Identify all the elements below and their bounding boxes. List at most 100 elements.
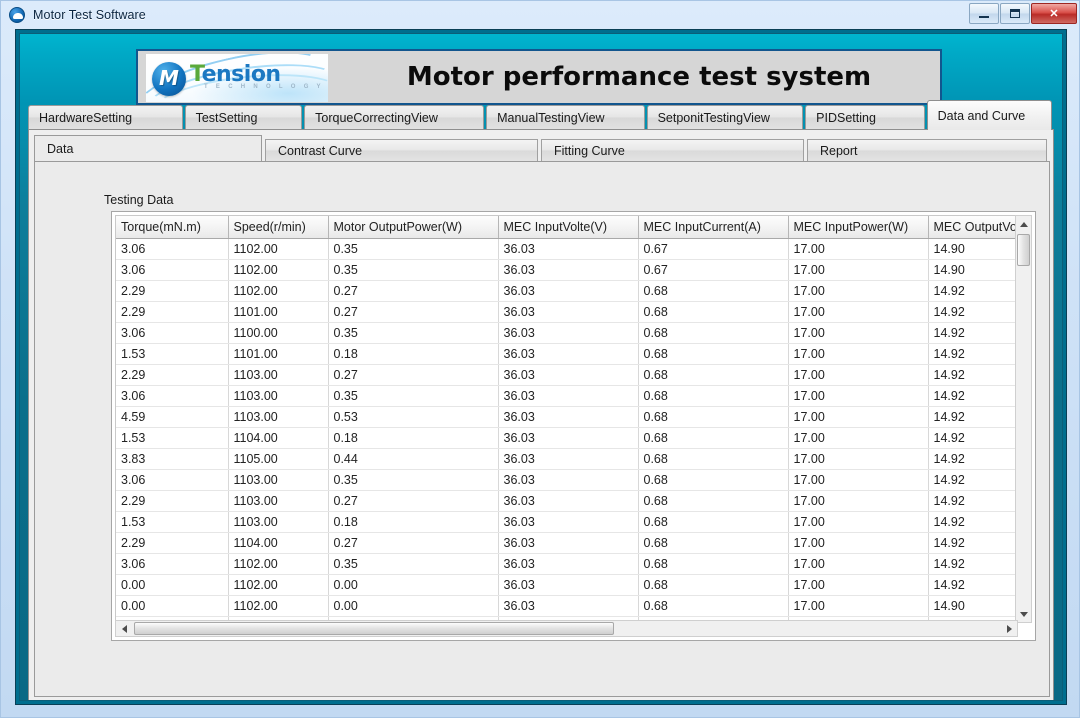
cell-mec-input-power[interactable]: 17.00 bbox=[788, 574, 929, 596]
cell-torque[interactable]: 2.29 bbox=[116, 364, 229, 386]
cell-mec-input-power[interactable]: 17.00 bbox=[788, 343, 929, 365]
minimize-button[interactable] bbox=[969, 3, 999, 24]
tab-setponit-testing-view[interactable]: SetponitTestingView bbox=[646, 105, 804, 130]
table-row[interactable]: 2.291101.000.2736.030.6817.0014.922 bbox=[116, 301, 1032, 323]
cell-speed[interactable]: 1104.00 bbox=[228, 532, 329, 554]
cell-mec-input-volte[interactable]: 36.03 bbox=[498, 490, 639, 512]
cell-mec-input-current[interactable]: 0.68 bbox=[638, 595, 789, 617]
cell-speed[interactable]: 1103.00 bbox=[228, 406, 329, 428]
scroll-up-button[interactable] bbox=[1016, 216, 1031, 232]
cell-motor-output-power[interactable]: 0.53 bbox=[328, 406, 499, 428]
cell-speed[interactable]: 1102.00 bbox=[228, 595, 329, 617]
table-row[interactable]: 3.061100.000.3536.030.6817.0014.922 bbox=[116, 322, 1032, 344]
cell-mec-input-current[interactable]: 0.68 bbox=[638, 448, 789, 470]
column-header-mec-input-power[interactable]: MEC InputPower(W) bbox=[788, 216, 929, 239]
cell-motor-output-power[interactable]: 0.27 bbox=[328, 301, 499, 323]
cell-motor-output-power[interactable]: 0.00 bbox=[328, 595, 499, 617]
cell-speed[interactable]: 1102.00 bbox=[228, 280, 329, 302]
table-row[interactable]: 3.831105.000.4436.030.6817.0014.922 bbox=[116, 448, 1032, 470]
table-row[interactable]: 2.291103.000.2736.030.6817.0014.922 bbox=[116, 364, 1032, 386]
cell-mec-input-power[interactable]: 17.00 bbox=[788, 364, 929, 386]
cell-mec-input-power[interactable]: 17.00 bbox=[788, 406, 929, 428]
cell-speed[interactable]: 1102.00 bbox=[228, 574, 329, 596]
cell-mec-input-power[interactable]: 17.00 bbox=[788, 469, 929, 491]
cell-speed[interactable]: 1105.00 bbox=[228, 448, 329, 470]
cell-mec-input-power[interactable]: 17.00 bbox=[788, 280, 929, 302]
cell-motor-output-power[interactable]: 0.00 bbox=[328, 574, 499, 596]
cell-motor-output-power[interactable]: 0.35 bbox=[328, 259, 499, 281]
cell-mec-input-current[interactable]: 0.68 bbox=[638, 511, 789, 533]
cell-speed[interactable]: 1103.00 bbox=[228, 490, 329, 512]
cell-torque[interactable]: 3.06 bbox=[116, 469, 229, 491]
scroll-right-button[interactable] bbox=[1001, 621, 1017, 636]
cell-mec-input-current[interactable]: 0.68 bbox=[638, 490, 789, 512]
cell-mec-input-power[interactable]: 17.00 bbox=[788, 385, 929, 407]
cell-mec-input-current[interactable]: 0.68 bbox=[638, 385, 789, 407]
table-row[interactable]: 3.061102.000.3536.030.6817.0014.922 bbox=[116, 553, 1032, 575]
cell-mec-input-current[interactable]: 0.67 bbox=[638, 238, 789, 260]
cell-motor-output-power[interactable]: 0.27 bbox=[328, 490, 499, 512]
cell-mec-input-volte[interactable]: 36.03 bbox=[498, 595, 639, 617]
cell-motor-output-power[interactable]: 0.44 bbox=[328, 448, 499, 470]
table-row[interactable]: 4.591103.000.5336.030.6817.0014.922 bbox=[116, 406, 1032, 428]
cell-motor-output-power[interactable]: 0.35 bbox=[328, 469, 499, 491]
cell-speed[interactable]: 1103.00 bbox=[228, 364, 329, 386]
cell-mec-input-volte[interactable]: 36.03 bbox=[498, 448, 639, 470]
cell-mec-input-volte[interactable]: 36.03 bbox=[498, 259, 639, 281]
cell-mec-input-current[interactable]: 0.68 bbox=[638, 343, 789, 365]
subtab-report[interactable]: Report bbox=[807, 139, 1047, 162]
cell-torque[interactable]: 4.59 bbox=[116, 406, 229, 428]
testing-data-grid-viewport[interactable]: Torque(mN.m) Speed(r/min) Motor OutputPo… bbox=[115, 215, 1032, 637]
cell-torque[interactable]: 3.06 bbox=[116, 238, 229, 260]
cell-mec-input-current[interactable]: 0.68 bbox=[638, 427, 789, 449]
cell-speed[interactable]: 1104.00 bbox=[228, 427, 329, 449]
cell-mec-input-power[interactable]: 17.00 bbox=[788, 511, 929, 533]
cell-mec-input-volte[interactable]: 36.03 bbox=[498, 532, 639, 554]
tab-torque-correcting-view[interactable]: TorqueCorrectingView bbox=[304, 105, 485, 130]
scroll-left-button[interactable] bbox=[116, 621, 132, 636]
cell-mec-input-power[interactable]: 17.00 bbox=[788, 553, 929, 575]
cell-mec-input-volte[interactable]: 36.03 bbox=[498, 364, 639, 386]
grid-vertical-scrollbar[interactable] bbox=[1015, 215, 1032, 623]
table-row[interactable]: 2.291102.000.2736.030.6817.0014.922 bbox=[116, 280, 1032, 302]
cell-mec-input-power[interactable]: 17.00 bbox=[788, 595, 929, 617]
close-button[interactable]: ✕ bbox=[1031, 3, 1077, 24]
cell-mec-input-volte[interactable]: 36.03 bbox=[498, 238, 639, 260]
cell-mec-input-current[interactable]: 0.68 bbox=[638, 574, 789, 596]
cell-speed[interactable]: 1102.00 bbox=[228, 238, 329, 260]
horizontal-scroll-thumb[interactable] bbox=[134, 622, 614, 635]
table-row[interactable]: 1.531101.000.1836.030.6817.0014.922 bbox=[116, 343, 1032, 365]
table-row[interactable]: 3.061102.000.3536.030.6717.0014.902 bbox=[116, 259, 1032, 281]
cell-mec-input-power[interactable]: 17.00 bbox=[788, 301, 929, 323]
cell-torque[interactable]: 3.83 bbox=[116, 448, 229, 470]
table-row[interactable]: 0.001102.000.0036.030.6817.0014.922 bbox=[116, 574, 1032, 596]
cell-speed[interactable]: 1101.00 bbox=[228, 301, 329, 323]
cell-mec-input-current[interactable]: 0.68 bbox=[638, 532, 789, 554]
cell-speed[interactable]: 1102.00 bbox=[228, 553, 329, 575]
cell-mec-input-volte[interactable]: 36.03 bbox=[498, 469, 639, 491]
cell-mec-input-current[interactable]: 0.68 bbox=[638, 322, 789, 344]
cell-mec-input-power[interactable]: 17.00 bbox=[788, 322, 929, 344]
maximize-button[interactable] bbox=[1000, 3, 1030, 24]
cell-motor-output-power[interactable]: 0.35 bbox=[328, 238, 499, 260]
table-row[interactable]: 2.291103.000.2736.030.6817.0014.922 bbox=[116, 490, 1032, 512]
tab-data-and-curve[interactable]: Data and Curve bbox=[926, 100, 1052, 130]
table-row[interactable]: 3.061103.000.3536.030.6817.0014.922 bbox=[116, 469, 1032, 491]
cell-mec-input-volte[interactable]: 36.03 bbox=[498, 406, 639, 428]
cell-motor-output-power[interactable]: 0.18 bbox=[328, 427, 499, 449]
cell-mec-input-current[interactable]: 0.68 bbox=[638, 280, 789, 302]
cell-torque[interactable]: 3.06 bbox=[116, 322, 229, 344]
cell-mec-input-volte[interactable]: 36.03 bbox=[498, 343, 639, 365]
cell-mec-input-volte[interactable]: 36.03 bbox=[498, 280, 639, 302]
tab-test-setting[interactable]: TestSetting bbox=[184, 105, 303, 130]
cell-torque[interactable]: 1.53 bbox=[116, 427, 229, 449]
cell-motor-output-power[interactable]: 0.35 bbox=[328, 553, 499, 575]
cell-torque[interactable]: 2.29 bbox=[116, 490, 229, 512]
cell-mec-input-current[interactable]: 0.68 bbox=[638, 553, 789, 575]
grid-horizontal-scrollbar[interactable] bbox=[115, 620, 1018, 637]
cell-motor-output-power[interactable]: 0.27 bbox=[328, 532, 499, 554]
cell-mec-input-volte[interactable]: 36.03 bbox=[498, 322, 639, 344]
cell-mec-input-volte[interactable]: 36.03 bbox=[498, 553, 639, 575]
cell-torque[interactable]: 2.29 bbox=[116, 280, 229, 302]
cell-motor-output-power[interactable]: 0.18 bbox=[328, 343, 499, 365]
